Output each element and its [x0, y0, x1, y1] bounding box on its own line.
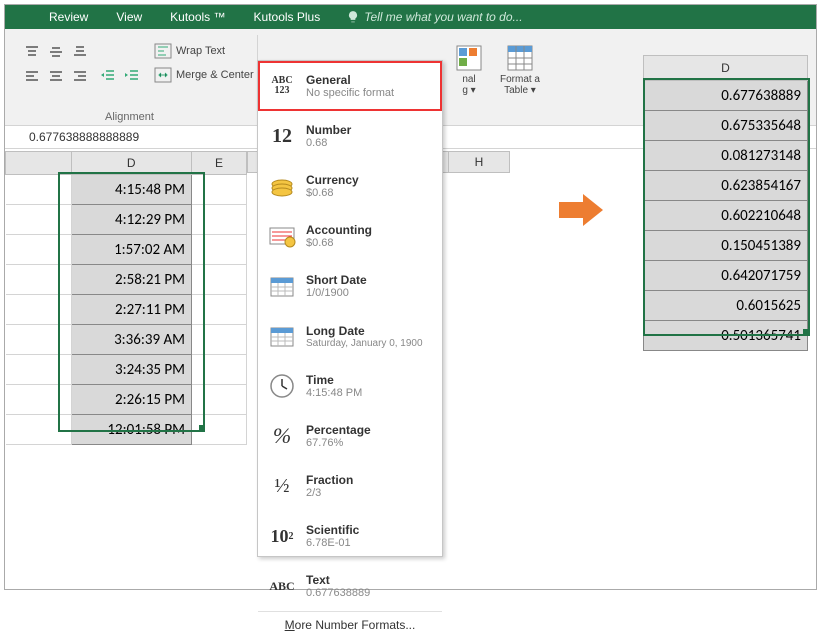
- format-option-percentage[interactable]: % Percentage67.76%: [258, 411, 442, 461]
- text-format-icon: ABC: [266, 570, 298, 602]
- tab-review[interactable]: Review: [35, 5, 102, 29]
- decrease-indent-button[interactable]: [97, 65, 119, 87]
- column-header-d-right[interactable]: D: [644, 56, 808, 81]
- more-number-formats[interactable]: More Number Formats...: [258, 611, 442, 638]
- cell-right-5[interactable]: 0.602210648: [644, 201, 808, 231]
- cell-d3[interactable]: 4:12:29 PM: [71, 205, 192, 235]
- currency-format-icon: [266, 170, 298, 202]
- increase-indent-icon: [124, 68, 140, 84]
- format-as-table-button[interactable]: Format aTable ▾: [493, 35, 547, 105]
- format-option-scientific[interactable]: 102 Scientific6.78E-01: [258, 511, 442, 561]
- increase-indent-button[interactable]: [121, 65, 143, 87]
- merge-center-icon: [154, 67, 172, 83]
- percentage-format-icon: %: [266, 420, 298, 452]
- format-option-text[interactable]: ABC Text0.677638889: [258, 561, 442, 611]
- format-option-time[interactable]: Time4:15:48 PM: [258, 361, 442, 411]
- column-header-d[interactable]: D: [71, 152, 192, 175]
- time-format-icon: [266, 370, 298, 402]
- align-right-button[interactable]: [69, 65, 91, 87]
- lightbulb-icon: [346, 10, 360, 24]
- cell-d10[interactable]: 12:01:58 PM: [71, 415, 192, 445]
- tab-kutools-plus[interactable]: Kutools Plus: [240, 5, 335, 29]
- worksheet-grid-left[interactable]: D E 4:15:48 PM 4:12:29 PM 1:57:02 AM 2:5…: [5, 151, 247, 445]
- cell-right-7[interactable]: 0.642071759: [644, 261, 808, 291]
- cell-right-9[interactable]: 0.501365741: [644, 321, 808, 351]
- number-format-icon: 12: [266, 120, 298, 152]
- wrap-text-button[interactable]: Wrap Text: [151, 39, 255, 63]
- column-header-h[interactable]: H: [448, 151, 510, 173]
- cell-d8[interactable]: 3:24:35 PM: [71, 355, 192, 385]
- fill-handle-left[interactable]: [199, 425, 205, 431]
- decrease-indent-icon: [100, 68, 116, 84]
- formula-bar-value: 0.677638888888889: [29, 130, 139, 144]
- format-option-fraction[interactable]: ½ Fraction 2/3: [258, 461, 442, 511]
- format-option-short-date[interactable]: Short Date1/0/1900: [258, 261, 442, 311]
- ribbon-tabs: Review View Kutools ™ Kutools Plus Tell …: [5, 5, 816, 29]
- short-date-format-icon: [266, 270, 298, 302]
- merge-center-button[interactable]: Merge & Center ▾: [151, 63, 265, 87]
- align-bottom-button[interactable]: [69, 41, 91, 63]
- format-option-currency[interactable]: Currency$0.68: [258, 161, 442, 211]
- format-option-general[interactable]: ABC123 GeneralNo specific format: [258, 61, 442, 111]
- scientific-format-icon: 102: [266, 520, 298, 552]
- accounting-format-icon: [266, 220, 298, 252]
- cell-right-4[interactable]: 0.623854167: [644, 171, 808, 201]
- cell-d5[interactable]: 2:58:21 PM: [71, 265, 192, 295]
- align-middle-button[interactable]: [45, 41, 67, 63]
- align-top-icon: [24, 44, 40, 60]
- long-date-format-icon: [266, 320, 298, 352]
- cell-d7[interactable]: 3:36:39 AM: [71, 325, 192, 355]
- align-center-icon: [48, 68, 64, 84]
- cell-d6[interactable]: 2:27:11 PM: [71, 295, 192, 325]
- format-as-table-icon: [506, 44, 534, 72]
- tab-kutools[interactable]: Kutools ™: [156, 5, 239, 29]
- conditional-formatting-button[interactable]: nalg ▾: [447, 35, 491, 105]
- cell-right-6[interactable]: 0.150451389: [644, 231, 808, 261]
- wrap-text-icon: [154, 43, 172, 59]
- cell-d2[interactable]: 4:15:48 PM: [71, 175, 192, 205]
- fraction-format-icon: ½: [266, 470, 298, 502]
- column-header-e[interactable]: E: [192, 152, 247, 175]
- cell-d9[interactable]: 2:26:15 PM: [71, 385, 192, 415]
- worksheet-grid-right[interactable]: D 0.677638889 0.675335648 0.081273148 0.…: [643, 55, 808, 351]
- format-option-number[interactable]: 12 Number0.68: [258, 111, 442, 161]
- conditional-formatting-icon: [455, 44, 483, 72]
- format-option-accounting[interactable]: Accounting $0.68: [258, 211, 442, 261]
- align-right-icon: [72, 68, 88, 84]
- cell-right-2[interactable]: 0.675335648: [644, 111, 808, 141]
- tell-me-search[interactable]: Tell me what you want to do...: [334, 10, 522, 24]
- number-format-dropdown: ABC123 GeneralNo specific format 12 Numb…: [257, 60, 443, 557]
- cell-d4[interactable]: 1:57:02 AM: [71, 235, 192, 265]
- align-bottom-icon: [72, 44, 88, 60]
- cell-right-8[interactable]: 0.6015625: [644, 291, 808, 321]
- cell-right-1[interactable]: 0.677638889: [644, 81, 808, 111]
- align-middle-icon: [48, 44, 64, 60]
- alignment-group-label: Alignment: [105, 111, 154, 123]
- align-left-button[interactable]: [21, 65, 43, 87]
- align-center-button[interactable]: [45, 65, 67, 87]
- general-format-icon: ABC123: [266, 70, 298, 102]
- align-left-icon: [24, 68, 40, 84]
- align-top-button[interactable]: [21, 41, 43, 63]
- cell-right-3[interactable]: 0.081273148: [644, 141, 808, 171]
- tab-view[interactable]: View: [102, 5, 156, 29]
- fill-handle-right[interactable]: [803, 329, 809, 335]
- format-option-long-date[interactable]: Long DateSaturday, January 0, 1900: [258, 311, 442, 361]
- arrow-icon: [557, 190, 607, 233]
